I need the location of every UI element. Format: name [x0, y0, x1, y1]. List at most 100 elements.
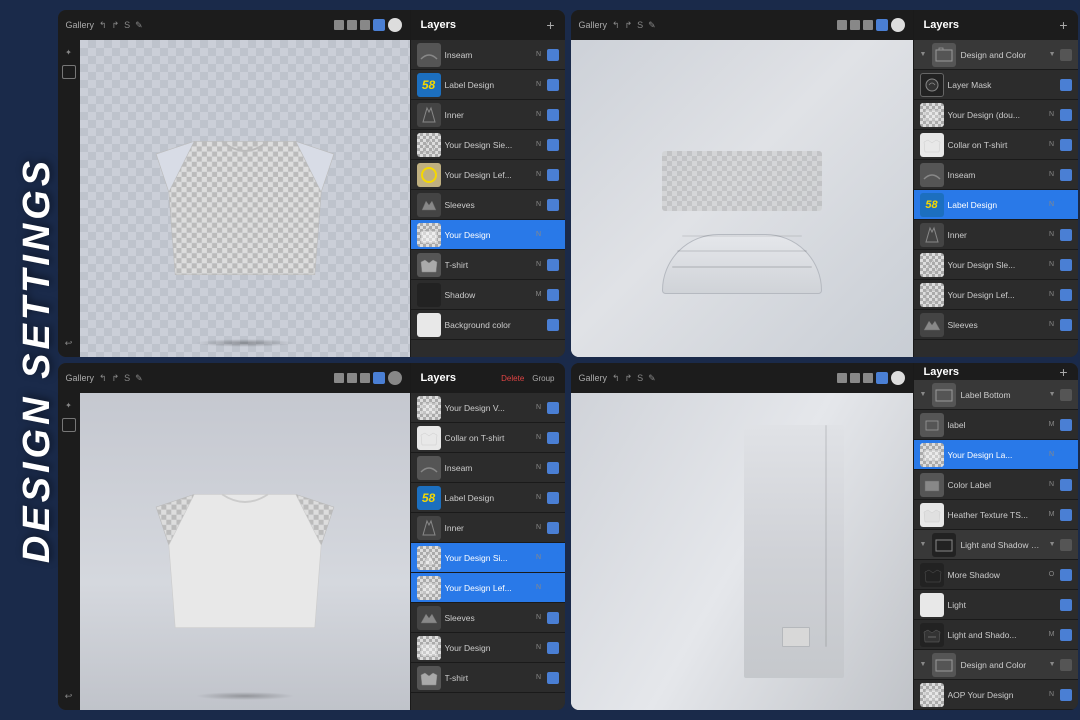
layer-design-v-bl[interactable]: Your Design V... N — [411, 393, 565, 423]
layer-check-design-sle-tr[interactable] — [1060, 259, 1072, 271]
layer-check-more-shadow-br[interactable] — [1060, 569, 1072, 581]
layer-check-label-br[interactable] — [1060, 419, 1072, 431]
layer-check-your-design-bl[interactable] — [547, 642, 559, 654]
layer-label-br[interactable]: label M — [914, 410, 1078, 440]
layer-check-label-tl[interactable] — [547, 79, 559, 91]
layer-check-inner-bl[interactable] — [547, 522, 559, 534]
delete-btn-bl[interactable]: Delete — [501, 374, 524, 383]
layer-check-design-lef-tl[interactable] — [547, 169, 559, 181]
layer-more-shadow-br[interactable]: More Shadow O — [914, 560, 1078, 590]
layers-add-btn-tl[interactable]: + — [546, 17, 554, 33]
layer-check-mask-tr[interactable] — [1060, 79, 1072, 91]
layer-check-collar-tr[interactable] — [1060, 139, 1072, 151]
layer-design-sle-tr[interactable]: Your Design Sle... N — [914, 250, 1078, 280]
layer-check-heather-br[interactable] — [1060, 509, 1072, 521]
layer-check-sleeves-tr[interactable] — [1060, 319, 1072, 331]
layer-check-inseam-tr[interactable] — [1060, 169, 1072, 181]
layer-design-sie-tl[interactable]: Your Design Sie... N — [411, 130, 565, 160]
layer-check-inner-tl[interactable] — [547, 109, 559, 121]
layer-check-design-dou-tr[interactable] — [1060, 109, 1072, 121]
layer-inner-bl[interactable]: Inner N — [411, 513, 565, 543]
layer-shadow-tl[interactable]: Shadow M — [411, 280, 565, 310]
layer-tshirt-bl[interactable]: T-shirt N — [411, 663, 565, 693]
layer-group-design-tr[interactable]: ▼ Design and Color ▼ — [914, 40, 1078, 70]
layer-light-shadow-ove-br[interactable]: ▼ Light and Shadow Ove... ▼ — [914, 530, 1078, 560]
layer-inner-tl[interactable]: Inner N — [411, 100, 565, 130]
toolbar-color-bl[interactable] — [388, 371, 402, 385]
layer-light-br[interactable]: Light — [914, 590, 1078, 620]
layer-collar-tr[interactable]: Collar on T-shirt N — [914, 130, 1078, 160]
layer-label-bottom-br[interactable]: ▼ Label Bottom ▼ — [914, 380, 1078, 410]
layer-bg-color-tl[interactable]: Background color — [411, 310, 565, 340]
layer-color-label-br[interactable]: Color Label N — [914, 470, 1078, 500]
layer-sleeves-tl[interactable]: Sleeves N — [411, 190, 565, 220]
layer-check-group-tr[interactable] — [1060, 49, 1072, 61]
layer-collar-bl[interactable]: Collar on T-shirt N — [411, 423, 565, 453]
layer-check-inner-tr[interactable] — [1060, 229, 1072, 241]
layer-check-shadow-tl[interactable] — [547, 289, 559, 301]
layer-label-bl[interactable]: 58 Label Design N — [411, 483, 565, 513]
layer-inner-tr[interactable]: Inner N — [914, 220, 1078, 250]
layer-light-shado-br[interactable]: Light and Shado... M — [914, 620, 1078, 650]
layer-check-aop-design-br[interactable] — [1060, 689, 1072, 701]
toolbar-color-tl[interactable] — [388, 18, 402, 32]
toolbar-layers-btn-bl[interactable] — [373, 372, 385, 384]
layer-inseam-tr[interactable]: Inseam N — [914, 160, 1078, 190]
layer-check-light-shado-br[interactable] — [1060, 629, 1072, 641]
layer-check-tshirt-tl[interactable] — [547, 259, 559, 271]
layer-aop-design-br[interactable]: AOP Your Design N — [914, 680, 1078, 710]
layer-design-color-br[interactable]: ▼ Design and Color ▼ — [914, 650, 1078, 680]
layer-check-design-sie-tl[interactable] — [547, 139, 559, 151]
layers-add-btn-br[interactable]: + — [1059, 364, 1067, 380]
layer-design-si-bl[interactable]: Your Design Si... N — [411, 543, 565, 573]
layer-mask-tr[interactable]: Layer Mask — [914, 70, 1078, 100]
layer-check-light-shadow-ove-br[interactable] — [1060, 539, 1072, 551]
layer-label-design-tl[interactable]: 58 Label Design N — [411, 70, 565, 100]
layer-check-inseam-bl[interactable] — [547, 462, 559, 474]
layer-check-sleeves-tl[interactable] — [547, 199, 559, 211]
toolbar-layers-btn-tr[interactable] — [876, 19, 888, 31]
layer-sleeves-bl[interactable]: Sleeves N — [411, 603, 565, 633]
layer-check-sleeves-bl[interactable] — [547, 612, 559, 624]
layer-check-label-design-tr[interactable] — [1060, 199, 1072, 211]
layer-design-dou-tr[interactable]: Your Design (dou... N — [914, 100, 1078, 130]
layer-inseam-tl[interactable]: Inseam N — [411, 40, 565, 70]
layer-tshirt-tl[interactable]: T-shirt N — [411, 250, 565, 280]
layer-check-inseam-tl[interactable] — [547, 49, 559, 61]
layer-check-design-si-bl[interactable] — [547, 552, 559, 564]
layer-check-your-design-la-br[interactable] — [1060, 449, 1072, 461]
layer-check-color-label-br[interactable] — [1060, 479, 1072, 491]
layer-sleeves-tr[interactable]: Sleeves N — [914, 310, 1078, 340]
layer-your-design-la-br[interactable]: Your Design La... N — [914, 440, 1078, 470]
toolbar-color-br[interactable] — [891, 371, 905, 385]
layer-check-collar-bl[interactable] — [547, 432, 559, 444]
layer-design-lef-tr[interactable]: Your Design Lef... N — [914, 280, 1078, 310]
layer-label-design-tr[interactable]: 58 Label Design N — [914, 190, 1078, 220]
layer-check-design-color-br[interactable] — [1060, 659, 1072, 671]
layer-check-design-lef-bl[interactable] — [547, 582, 559, 594]
layer-design-lef-tl[interactable]: Your Design Lef... N — [411, 160, 565, 190]
layers-add-btn-tr[interactable]: + — [1059, 17, 1067, 33]
side-tool-undo-tl[interactable]: ↩ — [65, 338, 73, 349]
toolbar-layers-btn-br[interactable] — [876, 372, 888, 384]
group-btn-bl[interactable]: Group — [532, 374, 554, 383]
side-tool-modify-bl[interactable]: ✦ — [65, 401, 72, 410]
side-tool-select-tl[interactable] — [62, 65, 76, 79]
layer-design-lef-bl[interactable]: Your Design Lef... N — [411, 573, 565, 603]
layer-check-design-v-bl[interactable] — [547, 402, 559, 414]
side-tool-modify-tl[interactable]: ✦ — [65, 48, 72, 57]
layer-check-light-br[interactable] — [1060, 599, 1072, 611]
side-tool-undo-bl[interactable]: ↩ — [65, 691, 73, 702]
layer-inseam-bl[interactable]: Inseam N — [411, 453, 565, 483]
layer-check-label-bl[interactable] — [547, 492, 559, 504]
layer-check-design-lef-tr[interactable] — [1060, 289, 1072, 301]
layer-check-tshirt-bl[interactable] — [547, 672, 559, 684]
layer-your-design-tl[interactable]: Your Design N — [411, 220, 565, 250]
layer-check-label-bottom-br[interactable] — [1060, 389, 1072, 401]
layer-heather-br[interactable]: Heather Texture TS... M — [914, 500, 1078, 530]
layer-check-bg-tl[interactable] — [547, 319, 559, 331]
layer-your-design-bl[interactable]: Your Design N — [411, 633, 565, 663]
layer-check-your-design-tl[interactable] — [547, 229, 559, 241]
toolbar-layers-btn-tl[interactable] — [373, 19, 385, 31]
side-tool-select-bl[interactable] — [62, 418, 76, 432]
